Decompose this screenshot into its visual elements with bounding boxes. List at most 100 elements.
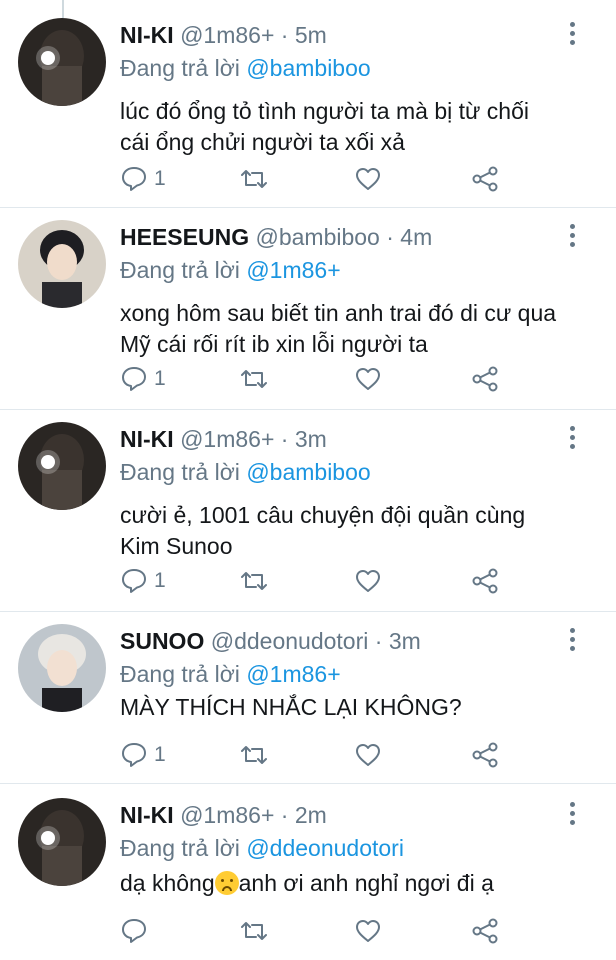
reply-count: 1 — [154, 367, 166, 390]
replying-to-label: Đang trả lời — [120, 661, 247, 687]
share-icon — [472, 166, 498, 192]
retweet-button[interactable] — [238, 914, 270, 948]
tweet-text: MÀY THÍCH NHẮC LẠI KHÔNG? — [120, 692, 590, 723]
tweet-text-line: MÀY THÍCH NHẮC LẠI KHÔNG? — [120, 694, 462, 720]
divider — [0, 611, 616, 612]
tweet-actions — [120, 914, 600, 948]
share-button[interactable] — [470, 564, 500, 598]
tweet-header: NI-KI @1m86+ · 3m — [120, 422, 327, 456]
more-options-icon[interactable] — [568, 426, 576, 454]
tweet-text-line: cái ổng chửi người ta xối xả — [120, 129, 405, 155]
username[interactable]: @bambiboo — [255, 224, 379, 250]
share-button[interactable] — [470, 914, 500, 948]
replying-to-label: Đang trả lời — [120, 835, 247, 861]
retweet-button[interactable] — [238, 738, 270, 772]
reply-button[interactable]: 1 — [120, 738, 166, 772]
more-options-icon[interactable] — [568, 22, 576, 50]
display-name[interactable]: HEESEUNG — [120, 224, 249, 250]
divider — [0, 207, 616, 208]
tweet-text-line: dạ không anh ơi anh nghỉ ngơi đi ạ — [120, 868, 590, 899]
reply-icon — [122, 569, 146, 593]
tweet[interactable]: NI-KI @1m86+ · 3m Đang trả lời @bambiboo… — [0, 422, 616, 612]
tweet-text-part: anh ơi anh nghỉ ngơi đi ạ — [238, 870, 494, 896]
retweet-button[interactable] — [238, 162, 270, 196]
avatar[interactable] — [18, 624, 106, 712]
retweet-button[interactable] — [238, 362, 270, 396]
tweet-text: cười ẻ, 1001 câu chuyện đội quần cùng Ki… — [120, 500, 590, 562]
share-button[interactable] — [470, 162, 500, 196]
display-name[interactable]: NI-KI — [120, 802, 174, 828]
retweet-button[interactable] — [238, 564, 270, 598]
timestamp: · 5m — [274, 22, 327, 48]
mention-link[interactable]: @1m86+ — [246, 661, 340, 687]
mention-link[interactable]: @bambiboo — [246, 55, 370, 81]
more-options-icon[interactable] — [568, 628, 576, 656]
reply-icon — [122, 167, 146, 191]
tweet[interactable]: NI-KI @1m86+ · 5m Đang trả lời @bambiboo… — [0, 18, 616, 208]
more-options-icon[interactable] — [568, 802, 576, 830]
tweet-header: NI-KI @1m86+ · 2m — [120, 798, 327, 832]
mention-link[interactable]: @ddeonudotori — [246, 835, 404, 861]
display-name[interactable]: NI-KI — [120, 22, 174, 48]
share-icon — [472, 366, 498, 392]
username[interactable]: @1m86+ — [180, 22, 274, 48]
mention-link[interactable]: @1m86+ — [246, 257, 340, 283]
reply-icon — [122, 743, 146, 767]
tweet-text-part: dạ không — [120, 870, 215, 896]
divider — [0, 409, 616, 410]
tweet[interactable]: HEESEUNG @bambiboo · 4m Đang trả lời @1m… — [0, 220, 616, 410]
timestamp: · 4m — [379, 224, 433, 250]
reply-count: 1 — [154, 569, 166, 592]
tweet-header: SUNOO @ddeonudotori · 3m — [120, 624, 421, 658]
replying-to: Đang trả lời @1m86+ — [120, 254, 341, 286]
avatar[interactable] — [18, 798, 106, 886]
display-name[interactable]: SUNOO — [120, 628, 204, 654]
tweet-text: dạ không anh ơi anh nghỉ ngơi đi ạ — [120, 868, 590, 899]
like-button[interactable] — [354, 564, 382, 598]
thread-line — [62, 0, 64, 18]
share-button[interactable] — [470, 362, 500, 396]
share-icon — [472, 918, 498, 944]
reply-button[interactable]: 1 — [120, 162, 166, 196]
retweet-icon — [241, 370, 267, 388]
replying-to-label: Đang trả lời — [120, 257, 247, 283]
more-options-icon[interactable] — [568, 224, 576, 252]
share-button[interactable] — [470, 738, 500, 772]
username[interactable]: @1m86+ — [180, 426, 274, 452]
tweet-header: NI-KI @1m86+ · 5m — [120, 18, 327, 52]
tweet[interactable]: SUNOO @ddeonudotori · 3m Đang trả lời @1… — [0, 624, 616, 784]
sad-face-emoji-icon — [214, 871, 239, 895]
reply-button[interactable]: 1 — [120, 564, 166, 598]
retweet-icon — [241, 746, 267, 764]
like-button[interactable] — [354, 362, 382, 396]
replying-to: Đang trả lời @bambiboo — [120, 456, 371, 488]
retweet-icon — [241, 170, 267, 188]
tweet-actions: 1 — [120, 738, 600, 772]
reply-button[interactable] — [120, 914, 154, 948]
share-icon — [472, 568, 498, 594]
replying-to-label: Đang trả lời — [120, 459, 247, 485]
tweet-actions: 1 — [120, 362, 600, 396]
avatar[interactable] — [18, 18, 106, 106]
tweet-text-line: lúc đó ổng tỏ tình người ta mà bị từ chố… — [120, 98, 529, 124]
username[interactable]: @1m86+ — [180, 802, 274, 828]
like-button[interactable] — [354, 738, 382, 772]
like-button[interactable] — [354, 914, 382, 948]
tweet[interactable]: NI-KI @1m86+ · 2m Đang trả lời @ddeonudo… — [0, 798, 616, 960]
tweet-text-line: cười ẻ, 1001 câu chuyện đội quần cùng — [120, 502, 526, 528]
mention-link[interactable]: @bambiboo — [246, 459, 370, 485]
avatar[interactable] — [18, 220, 106, 308]
like-icon — [356, 744, 380, 766]
timestamp: · 3m — [274, 426, 327, 452]
reply-button[interactable]: 1 — [120, 362, 166, 396]
avatar[interactable] — [18, 422, 106, 510]
share-icon — [472, 742, 498, 768]
like-button[interactable] — [354, 162, 382, 196]
display-name[interactable]: NI-KI — [120, 426, 174, 452]
username[interactable]: @ddeonudotori — [211, 628, 369, 654]
like-icon — [356, 920, 380, 942]
tweet-actions: 1 — [120, 564, 600, 598]
reply-count: 1 — [154, 167, 166, 190]
timestamp: · 2m — [274, 802, 327, 828]
replying-to: Đang trả lời @bambiboo — [120, 52, 371, 84]
